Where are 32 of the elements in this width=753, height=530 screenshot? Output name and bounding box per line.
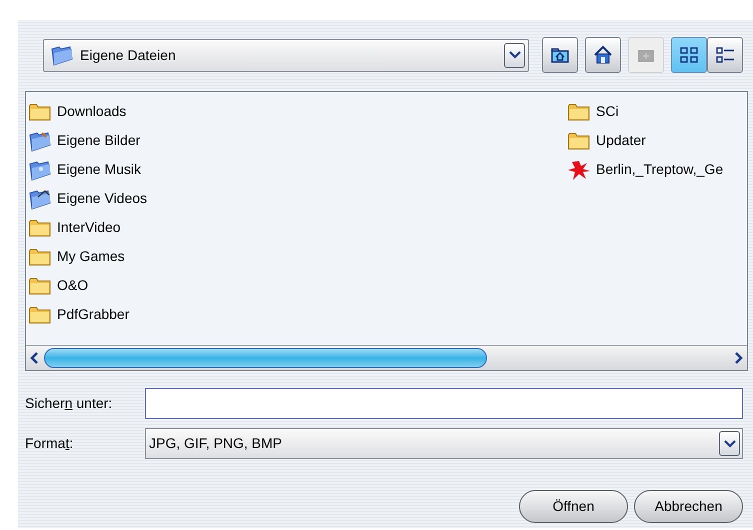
file-name-field[interactable] xyxy=(145,388,743,419)
file-name[interactable]: Downloads xyxy=(57,101,126,122)
home-icon xyxy=(592,44,614,66)
videos-folder-icon xyxy=(28,188,52,210)
file-name[interactable]: Eigene Bilder xyxy=(57,130,140,151)
file-name[interactable]: Berlin,_Treptow,_Ge xyxy=(596,159,724,180)
save-as-label: Sichern unter: xyxy=(25,394,114,413)
home-button[interactable] xyxy=(585,37,621,73)
file-name[interactable]: My Games xyxy=(57,246,125,267)
open-button[interactable]: Öffnen xyxy=(519,490,628,523)
pictures-folder-icon xyxy=(28,130,52,152)
file-name[interactable]: Eigene Videos xyxy=(57,188,148,209)
icons-view-button[interactable] xyxy=(671,37,707,73)
location-value: Eigene Dateien xyxy=(80,46,176,65)
file-name[interactable]: Updater xyxy=(596,130,646,151)
file-name[interactable]: Eigene Musik xyxy=(57,159,142,180)
horizontal-scrollbar[interactable] xyxy=(26,345,747,370)
splat-icon xyxy=(567,158,591,180)
file-name[interactable]: InterVideo xyxy=(57,217,121,238)
file-name[interactable]: PdfGrabber xyxy=(57,304,130,325)
format-label: Format: xyxy=(25,434,74,453)
up-folder-button[interactable] xyxy=(542,37,578,73)
file-name[interactable]: O&O xyxy=(57,275,88,296)
format-dropdown[interactable]: JPG, GIF, PNG, BMP xyxy=(145,428,743,459)
list-view-button[interactable] xyxy=(707,37,743,73)
scrollbar-thumb[interactable] xyxy=(44,348,487,368)
cancel-button[interactable]: Abbrechen xyxy=(634,490,743,523)
music-folder-icon xyxy=(28,158,52,180)
open-folder-icon xyxy=(50,44,74,66)
format-value: JPG, GIF, PNG, BMP xyxy=(149,434,282,453)
location-dropdown[interactable]: Eigene Dateien xyxy=(43,38,529,72)
file-name[interactable]: SCi xyxy=(596,101,619,122)
